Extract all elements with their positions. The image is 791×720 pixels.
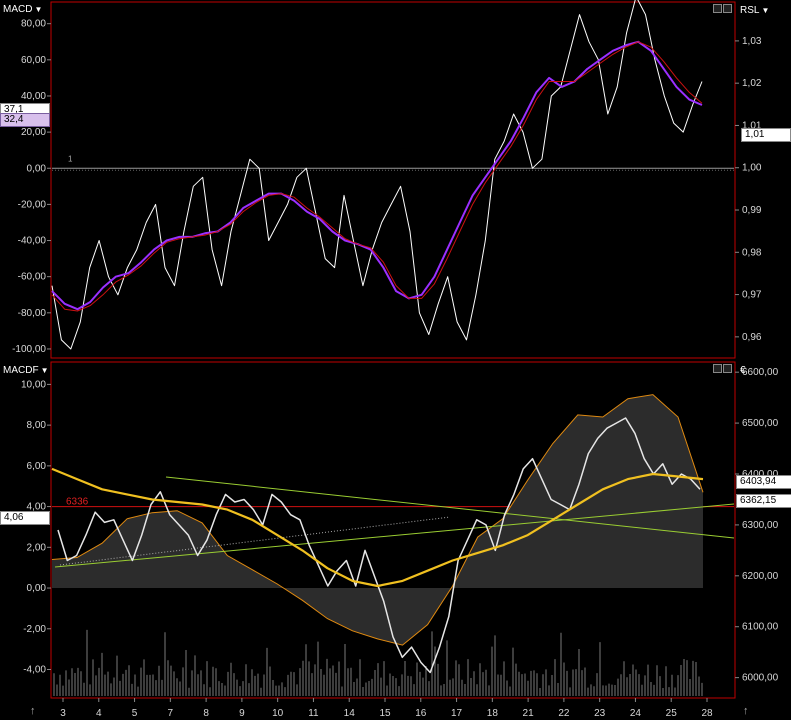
y-tick-label: 1,03 (742, 36, 762, 47)
close-icon[interactable] (723, 364, 732, 373)
chart-window: 1 80,00 60,00 40,00 20,00 0,00 -20,00 -40,00 -6… (0, 0, 791, 720)
y-tick-label: 0,00 (27, 583, 47, 594)
chevron-down-icon[interactable]: ▼ (34, 5, 42, 14)
maximize-icon[interactable] (713, 364, 722, 373)
price-lower-tag: 6362,15 (736, 494, 791, 508)
zero-marker-label: 1 (68, 154, 73, 163)
lower-reference-label: 6336 (66, 497, 89, 508)
y-tick-label: 6500,00 (742, 418, 779, 429)
y-tick-label: -20,00 (18, 199, 47, 210)
y-tick-label: 1,02 (742, 78, 762, 89)
y-tick-label: -40,00 (18, 236, 47, 247)
x-tick-label: 4 (96, 708, 102, 719)
price-upper-tag: 6403,94 (736, 475, 791, 489)
signal-value-tag: 32,4 (0, 113, 50, 127)
y-tick-label: 6,00 (27, 461, 47, 472)
chevron-down-icon[interactable]: ▼ (41, 366, 49, 375)
x-tick-label: 18 (487, 708, 499, 719)
x-tick-label: 15 (379, 708, 391, 719)
x-tick-label: 11 (308, 708, 319, 719)
maximize-icon[interactable] (713, 4, 722, 13)
y-tick-label: 0,97 (742, 290, 762, 301)
euro-axis-label: € (740, 365, 746, 376)
x-tick-label: 25 (666, 708, 678, 719)
close-icon[interactable] (723, 4, 732, 13)
y-tick-label: 0,00 (27, 163, 47, 174)
y-tick-label: 40,00 (21, 91, 46, 102)
x-tick-label: 10 (272, 708, 284, 719)
y-tick-label: 20,00 (21, 127, 46, 138)
macdf-panel: 10,008,006,004,002,000,00-2,00-4,00 6600… (21, 361, 779, 719)
y-tick-label: -4,00 (23, 664, 46, 675)
macd-panel-title[interactable]: MACD ▼ (3, 4, 42, 15)
x-tick-label: 8 (203, 708, 209, 719)
x-tick-label: 28 (701, 708, 713, 719)
y-tick-label: 0,98 (742, 247, 762, 258)
x-tick-label: 21 (523, 708, 535, 719)
y-tick-label: -80,00 (18, 308, 47, 319)
y-tick-label: 80,00 (21, 19, 46, 30)
rsl-axis-label: RSL ▼ (740, 5, 770, 16)
scroll-left-arrow-icon[interactable]: ↑ (30, 705, 36, 717)
scroll-right-arrow-icon[interactable]: ↑ (743, 705, 749, 717)
y-tick-label: -2,00 (23, 624, 46, 635)
y-tick-label: 6200,00 (742, 571, 779, 582)
x-tick-label: 23 (594, 708, 606, 719)
x-tick-label: 24 (630, 708, 642, 719)
y-tick-label: 8,00 (27, 420, 47, 431)
x-tick-label: 16 (415, 708, 427, 719)
macdf-value-tag: 4,06 (0, 511, 50, 525)
y-tick-label: 6100,00 (742, 622, 779, 633)
y-tick-label: 60,00 (21, 55, 46, 66)
rsl-value-tag: 1,01 (741, 128, 791, 142)
macd-window-buttons (713, 4, 732, 13)
y-tick-label: 6000,00 (742, 673, 779, 684)
y-tick-label: 6300,00 (742, 520, 779, 531)
macdf-title-text: MACDF (3, 365, 39, 376)
y-tick-label: 0,99 (742, 205, 762, 216)
y-tick-label: 2,00 (27, 542, 47, 553)
y-tick-label: 1,00 (742, 163, 762, 174)
macd-title-text: MACD (3, 4, 33, 15)
y-tick-label: 10,00 (21, 379, 46, 390)
x-tick-label: 14 (344, 708, 356, 719)
x-tick-label: 9 (239, 708, 245, 719)
y-tick-label: 0,96 (742, 332, 762, 343)
x-tick-label: 7 (168, 708, 174, 719)
y-tick-label: -100,00 (12, 344, 46, 355)
chevron-down-icon[interactable]: ▼ (761, 6, 769, 15)
x-tick-label: 22 (558, 708, 570, 719)
x-tick-label: 5 (132, 708, 138, 719)
y-tick-label: -60,00 (18, 272, 47, 283)
macd-panel: 1 80,00 60,00 40,00 20,00 0,00 -20,00 -40,00 -6… (12, 0, 762, 359)
macdf-window-buttons (713, 364, 732, 373)
macdf-panel-title[interactable]: MACDF ▼ (3, 365, 48, 376)
x-tick-label: 17 (451, 708, 463, 719)
y-tick-label: 6600,00 (742, 367, 779, 378)
x-tick-label: 3 (60, 708, 66, 719)
